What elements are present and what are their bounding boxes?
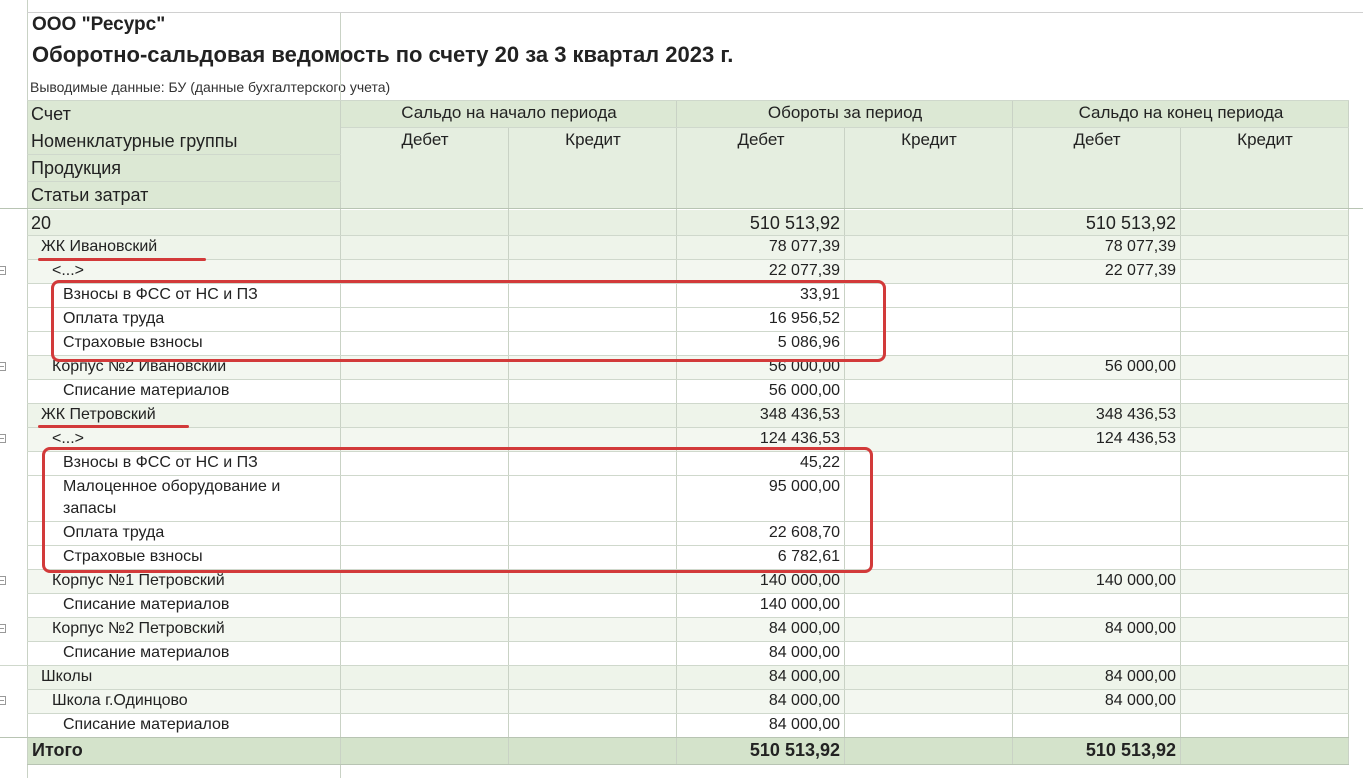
row-label[interactable]: Школы: [41, 668, 92, 686]
collapse-icon[interactable]: [0, 576, 6, 585]
collapse-icon[interactable]: [0, 266, 6, 275]
grid-line: [27, 593, 1349, 594]
grid-line: [0, 665, 1349, 666]
grid-line: [27, 181, 341, 182]
closing-debit-value: 510 513,92: [1085, 213, 1176, 233]
turnover-debit-value: 140 000,00: [759, 596, 840, 613]
row-label[interactable]: Списание материалов: [63, 382, 229, 400]
closing-debit-value: 22 077,39: [1104, 262, 1176, 279]
header-credit: Кредит: [901, 130, 957, 149]
row-label[interactable]: <...>: [52, 262, 84, 280]
report-subtitle: Выводимые данные: БУ (данные бухгалтерск…: [30, 79, 391, 95]
grid-line: [27, 100, 1349, 101]
grid-line: [508, 127, 509, 764]
turnover-debit-value: 84 000,00: [768, 620, 840, 637]
turnover-debit-value: 56 000,00: [768, 382, 840, 399]
closing-debit-value: 348 436,53: [1095, 406, 1176, 423]
total-turnover-debit: 510 513,92: [749, 740, 840, 760]
turnover-debit-value: 140 000,00: [759, 572, 840, 589]
closing-debit-value: 78 077,39: [1104, 238, 1176, 255]
grid-line: [27, 0, 28, 778]
report-title: Оборотно-сальдовая ведомость по счету 20…: [32, 42, 734, 67]
grid-line: [27, 764, 1349, 765]
red-highlight-box: [51, 280, 886, 362]
grid-line: [27, 403, 1349, 404]
turnover-debit-value: 84 000,00: [768, 716, 840, 733]
grid-line: [27, 689, 1349, 690]
closing-debit-value: 124 436,53: [1095, 430, 1176, 447]
row-label[interactable]: ЖК Петровский: [41, 406, 156, 424]
closing-debit-value: 84 000,00: [1104, 620, 1176, 637]
row-label[interactable]: Списание материалов: [63, 716, 229, 734]
red-underline-annotation: [38, 425, 189, 428]
grid-line: [27, 427, 1349, 428]
grid-line: [341, 127, 1349, 128]
header-product: Продукция: [31, 158, 122, 178]
turnover-debit-value: 348 436,53: [759, 406, 840, 423]
closing-debit-value: 140 000,00: [1095, 572, 1176, 589]
row-label[interactable]: Корпус №2 Петровский: [52, 620, 225, 638]
header-debit: Дебет: [737, 130, 785, 149]
header-credit: Кредит: [1237, 130, 1293, 149]
turnover-debit-value: 84 000,00: [768, 644, 840, 661]
turnover-debit-value: 78 077,39: [768, 238, 840, 255]
header-account: Счет: [31, 104, 71, 124]
row-label[interactable]: <...>: [52, 430, 84, 448]
grid-line: [27, 617, 1349, 618]
header-turnover: Обороты за период: [767, 103, 923, 122]
turnover-debit-value: 22 077,39: [768, 262, 840, 279]
turnover-debit-value: 84 000,00: [768, 668, 840, 685]
red-highlight-box: [42, 447, 873, 573]
grid-line: [27, 154, 341, 155]
header-opening-balance: Сальдо на начало периода: [401, 103, 617, 122]
header-debit: Дебет: [401, 130, 449, 149]
row-label[interactable]: Школа г.Одинцово: [52, 692, 188, 710]
grid-line: [844, 127, 845, 764]
grid-line: [27, 641, 1349, 642]
grid-line: [0, 737, 1349, 738]
closing-debit-value: 84 000,00: [1104, 668, 1176, 685]
header-debit: Дебет: [1073, 130, 1121, 149]
header-closing-balance: Сальдо на конец периода: [1078, 103, 1284, 122]
row-label[interactable]: 20: [31, 213, 51, 234]
header-cost-items: Статьи затрат: [31, 185, 149, 205]
row-label[interactable]: Списание материалов: [63, 644, 229, 662]
grid-line: [27, 259, 1349, 260]
total-closing-debit: 510 513,92: [1085, 740, 1176, 760]
collapse-icon[interactable]: [0, 624, 6, 633]
grid-line: [0, 208, 1363, 209]
turnover-debit-value: 124 436,53: [759, 430, 840, 447]
header-credit: Кредит: [565, 130, 621, 149]
collapse-icon[interactable]: [0, 362, 6, 371]
row-label[interactable]: Корпус №1 Петровский: [52, 572, 225, 590]
grid-line: [27, 12, 1363, 13]
total-label: Итого: [32, 740, 83, 760]
grid-line: [27, 713, 1349, 714]
collapse-icon[interactable]: [0, 696, 6, 705]
grid-line: [27, 235, 1349, 236]
turnover-debit-value: 84 000,00: [768, 692, 840, 709]
collapse-icon[interactable]: [0, 434, 6, 443]
grid-line: [27, 379, 1349, 380]
red-underline-annotation: [38, 258, 206, 261]
grid-line: [1180, 127, 1181, 764]
row-label[interactable]: ЖК Ивановский: [41, 238, 157, 256]
row-label[interactable]: Списание материалов: [63, 596, 229, 614]
header-nomenclature: Номенклатурные группы: [31, 131, 238, 151]
closing-debit-value: 84 000,00: [1104, 692, 1176, 709]
org-name: ООО "Ресурс": [32, 14, 166, 35]
turnover-debit-value: 510 513,92: [749, 213, 840, 233]
closing-debit-value: 56 000,00: [1104, 358, 1176, 375]
